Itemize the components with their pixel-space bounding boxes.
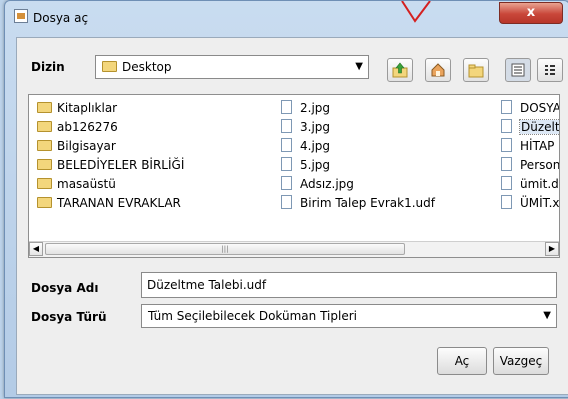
file-icon (501, 195, 512, 209)
dialog-content: Dizin Desktop ▼ Kitaplıklar ab126276 Bil… (16, 37, 568, 395)
file-icon (501, 176, 512, 190)
file-item[interactable]: Birim Talep Evrak1.udf (281, 194, 435, 213)
file-icon (281, 119, 292, 133)
file-item[interactable]: 4.jpg (281, 137, 435, 156)
folder-item[interactable]: Kitaplıklar (37, 99, 184, 118)
folder-icon (37, 197, 52, 208)
file-icon (281, 176, 292, 190)
filetype-label: Dosya Türü (31, 310, 107, 324)
home-icon (431, 62, 445, 76)
folder-item[interactable]: BELEDİYELER BİRLİĞİ (37, 156, 184, 175)
chevron-down-icon: ▼ (543, 310, 551, 321)
file-item[interactable]: Adsız.jpg (281, 175, 435, 194)
folder-icon (37, 102, 52, 113)
open-button[interactable]: Aç (437, 347, 487, 375)
folder-icon (37, 178, 52, 189)
up-folder-button[interactable] (387, 58, 413, 82)
file-item-selected[interactable]: Düzeltme (501, 118, 559, 137)
file-icon (281, 195, 292, 209)
file-column-1: Kitaplıklar ab126276 Bilgisayar BELEDİYE… (37, 99, 184, 213)
cancel-button[interactable]: Vazgeç (493, 347, 549, 375)
filename-input[interactable]: Düzeltme Talebi.udf (141, 272, 557, 298)
list-view-icon (511, 63, 525, 76)
file-column-2: 2.jpg 3.jpg 4.jpg 5.jpg Adsız.jpg Birim … (281, 99, 435, 213)
folder-icon (37, 159, 52, 170)
file-item[interactable]: ÜMİT.xls (501, 194, 559, 213)
file-item[interactable]: 3.jpg (281, 118, 435, 137)
directory-label: Dizin (31, 60, 65, 74)
up-folder-icon (392, 62, 408, 77)
details-view-button[interactable] (537, 58, 563, 82)
app-icon (14, 9, 28, 23)
dialog-window: Dosya aç x Dizin Desktop ▼ Kitaplıklar a… (4, 0, 568, 398)
folder-item[interactable]: ab126276 (37, 118, 184, 137)
file-icon (501, 119, 512, 133)
file-icon (501, 157, 512, 171)
file-column-3: DOSYA. Düzeltme HİTAP H. Persone ümit.do… (501, 99, 559, 213)
window-title: Dosya aç (33, 11, 89, 25)
scrollbar-thumb[interactable]: ||| (45, 243, 405, 255)
filename-label: Dosya Adı (31, 281, 99, 295)
file-icon (501, 138, 512, 152)
file-icon (281, 100, 292, 114)
home-button[interactable] (425, 58, 451, 82)
folder-icon (102, 61, 117, 72)
filetype-select[interactable]: Tüm Seçilebilecek Doküman Tipleri ▼ (141, 304, 557, 328)
file-icon (281, 157, 292, 171)
file-item[interactable]: HİTAP H. (501, 137, 559, 156)
chevron-down-icon: ▼ (355, 61, 363, 72)
list-view-button[interactable] (505, 58, 531, 82)
file-item[interactable]: ümit.doc (501, 175, 559, 194)
new-folder-icon (468, 64, 484, 77)
file-item[interactable]: 5.jpg (281, 156, 435, 175)
file-icon (501, 100, 512, 114)
directory-combo[interactable]: Desktop ▼ (95, 55, 369, 79)
details-view-icon (545, 64, 555, 75)
directory-value: Desktop (122, 60, 172, 74)
filetype-value: Tüm Seçilebilecek Doküman Tipleri (148, 309, 357, 323)
scroll-right-button[interactable]: ▶ (545, 242, 559, 256)
file-icon (281, 138, 292, 152)
annotation-mark (401, 1, 431, 23)
close-button[interactable]: x (499, 2, 563, 24)
folder-item[interactable]: Bilgisayar (37, 137, 184, 156)
folder-item[interactable]: masaüstü (37, 175, 184, 194)
new-folder-button[interactable] (463, 58, 489, 82)
folder-icon (37, 121, 52, 132)
file-item[interactable]: DOSYA. (501, 99, 559, 118)
file-list[interactable]: Kitaplıklar ab126276 Bilgisayar BELEDİYE… (28, 94, 560, 258)
file-item[interactable]: Persone (501, 156, 559, 175)
folder-icon (37, 140, 52, 151)
folder-item[interactable]: TARANAN EVRAKLAR (37, 194, 184, 213)
horizontal-scrollbar[interactable]: ◀ ||| ▶ (29, 241, 559, 257)
scroll-left-button[interactable]: ◀ (29, 242, 43, 256)
file-item[interactable]: 2.jpg (281, 99, 435, 118)
